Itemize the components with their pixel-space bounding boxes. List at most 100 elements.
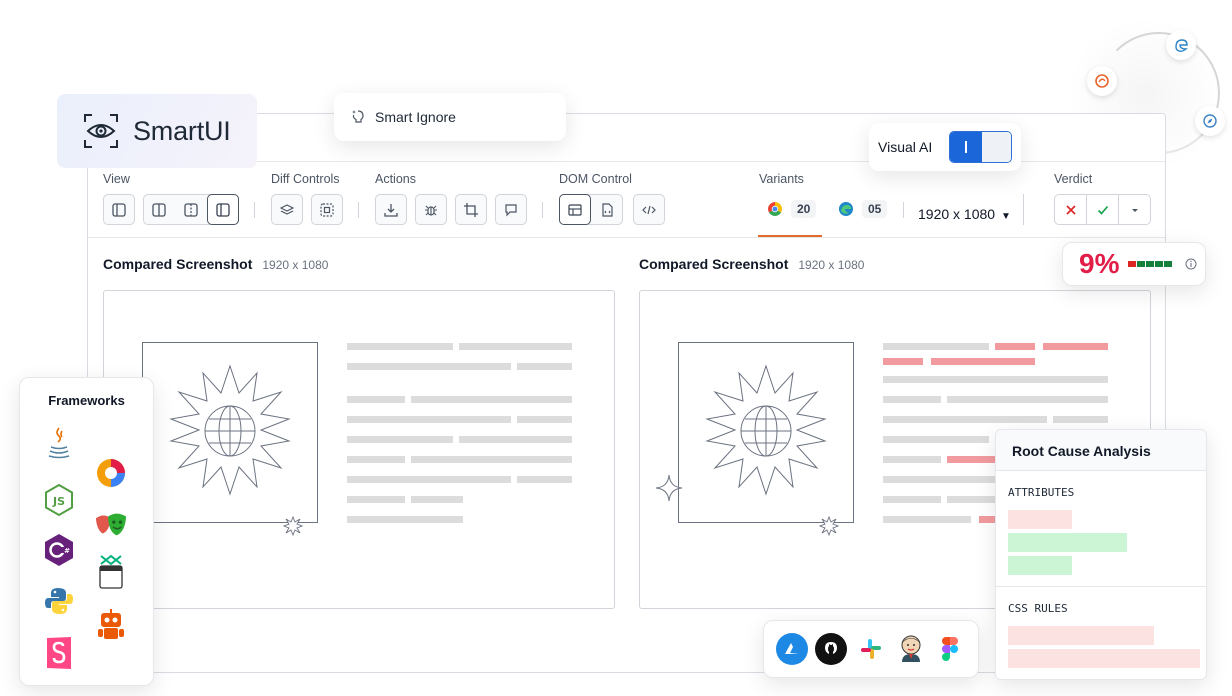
pane-title-text: Compared Screenshot [103,256,253,272]
text-line [411,456,572,463]
text-line [347,416,511,423]
nodejs-icon: JS [42,483,76,517]
image-placeholder [142,342,318,536]
svg-text:#: # [64,547,70,555]
text-line [347,476,511,483]
view-side-by-side-button[interactable] [143,194,175,225]
jenkins-icon[interactable] [895,633,927,665]
sparkle-icon [655,474,683,502]
resolution-dropdown[interactable]: 1920 x 1080 ▼ [918,206,1011,222]
webdriverio-robot-icon [94,608,128,642]
variant-count: 20 [791,200,817,218]
layers-button[interactable] [271,194,303,225]
code-view-button[interactable] [633,194,665,225]
globe-burst-illustration [705,364,827,496]
css-rule-removed [1008,626,1154,645]
text-line [883,396,941,403]
text-line [347,396,405,403]
integrations-card [763,620,979,678]
text-line [883,456,941,463]
text-line [347,363,511,370]
rca-title: Root Cause Analysis [996,430,1206,471]
chevron-down-icon: ▼ [1000,211,1011,222]
attribute-added [1008,556,1072,575]
mismatch-score: 9% [1062,242,1206,286]
python-icon [42,584,76,618]
css-rule-removed [1008,649,1200,668]
text-line [459,436,572,443]
mismatch-bar-segment [1155,261,1164,267]
firefox-icon [1087,66,1117,96]
comment-button[interactable] [495,194,527,225]
azure-devops-icon[interactable] [775,633,808,665]
text-line [947,396,1108,403]
download-button[interactable] [375,194,407,225]
smart-ignore-chip[interactable]: Smart Ignore [334,93,566,141]
attribute-removed [1008,510,1072,529]
slack-icon[interactable] [855,633,887,665]
edge-icon [839,202,853,216]
bug-report-button[interactable] [415,194,447,225]
mismatch-bar-segment [1137,261,1146,267]
text-line [347,496,405,503]
baseline-screenshot[interactable] [103,290,615,609]
dom-file-code-button[interactable] [591,194,623,225]
view-label: View [103,172,130,186]
root-cause-analysis-panel: Root Cause Analysis ATTRIBUTES CSS RULES [995,429,1207,680]
text-line [347,436,453,443]
info-icon[interactable] [1185,258,1197,270]
pane-title: Compared Screenshot 1920 x 1080 [103,256,328,272]
toggle-off-side [982,132,1012,162]
github-icon[interactable] [815,633,848,665]
pane-dimensions: 1920 x 1080 [798,258,865,272]
reject-button[interactable] [1055,195,1087,224]
text-line [883,496,941,503]
text-line [459,343,572,350]
smart-ignore-label: Smart Ignore [375,109,456,125]
text-line [347,456,405,463]
region-select-button[interactable] [311,194,343,225]
text-line [883,376,1108,383]
text-line [883,343,989,350]
divider [358,202,359,218]
smartui-hero: View Diff Controls Actions DOM Control V… [0,0,1232,696]
divider [903,202,904,218]
variant-edge[interactable]: 05 [838,200,888,218]
toggle-on-mark [965,141,967,153]
frameworks-title: Frameworks [48,393,125,408]
approve-button[interactable] [1087,195,1119,224]
small-burst-icon [283,516,303,536]
view-slider-button[interactable] [175,194,207,225]
caret-down-icon [1131,208,1138,212]
pane-title: Compared Screenshot 1920 x 1080 [639,256,864,272]
variant-chrome[interactable]: 20 [767,200,817,218]
dom-control-label: DOM Control [559,172,632,186]
section-divider [996,586,1206,587]
visual-ai-card: Visual AI [869,123,1021,171]
text-line [347,343,453,350]
csharp-icon: # [42,533,76,567]
visual-ai-toggle[interactable] [949,131,1013,163]
mismatch-bar-segment [1146,261,1155,267]
verdict-label: Verdict [1054,172,1093,186]
toggle-on-side [950,132,983,162]
actions-label: Actions [375,172,416,186]
view-overlay-button[interactable] [207,194,239,225]
dom-table-button[interactable] [559,194,591,225]
brand-name: SmartUI [133,115,231,146]
mismatch-percent: 9% [1079,248,1120,279]
diff-highlight [995,343,1035,350]
storybook-icon [42,636,76,670]
css-rules-label: CSS RULES [1008,602,1068,615]
verdict-more-button[interactable] [1119,195,1150,224]
text-line [411,496,463,503]
playwright-icon [94,508,128,542]
figma-icon[interactable] [934,633,966,665]
diff-highlight [931,358,1035,365]
view-single-button[interactable] [103,194,135,225]
crop-button[interactable] [455,194,487,225]
toolbar: View Diff Controls Actions DOM Control V… [88,162,1165,238]
text-line [411,396,572,403]
diff-controls-label: Diff Controls [271,172,340,186]
pane-dimensions: 1920 x 1080 [262,258,329,272]
